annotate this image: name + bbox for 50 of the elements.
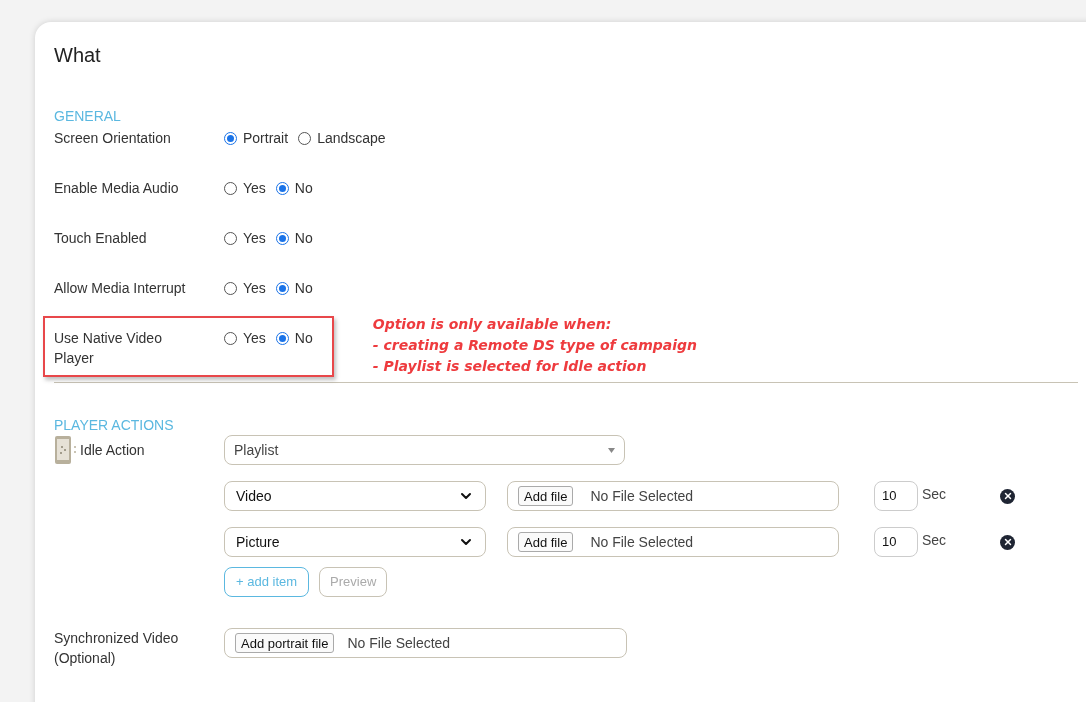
setting-label: Enable Media Audio — [54, 179, 180, 198]
section-title: What — [54, 43, 102, 68]
add-portrait-file-button[interactable]: Add portrait file — [235, 633, 335, 653]
add-file-button[interactable]: Add file — [518, 486, 574, 506]
media-type-select[interactable]: Picture — [224, 527, 486, 557]
idle-action-select[interactable]: Playlist — [224, 435, 625, 465]
unit-label: Sec — [922, 531, 947, 550]
radio-label: Yes — [243, 328, 266, 348]
file-field[interactable]: Add file No File Selected — [507, 527, 839, 557]
phone-icon — [54, 435, 78, 465]
annotation-text: - creating a Remote DS type of campaign — [372, 336, 698, 355]
radio-button[interactable] — [224, 281, 237, 295]
radio-button[interactable] — [275, 331, 289, 345]
radio-button[interactable] — [298, 131, 312, 145]
file-field[interactable]: Add portrait file No File Selected — [224, 628, 627, 658]
media-type-select[interactable]: Video — [224, 481, 486, 511]
seconds-field[interactable]: 10 — [874, 481, 918, 511]
add-file-button[interactable]: Add file — [518, 532, 574, 552]
seconds-field[interactable]: 10 — [874, 527, 918, 557]
radio-label: No — [294, 278, 313, 298]
radio-label: Yes — [243, 228, 266, 248]
radio-label: Portrait — [243, 128, 289, 148]
section-heading: PLAYER ACTIONS — [54, 416, 175, 435]
radio-label: No — [294, 328, 313, 348]
radio-button[interactable] — [275, 231, 289, 245]
radio-button[interactable] — [275, 281, 289, 295]
remove-icon[interactable] — [1000, 534, 1016, 550]
radio-button[interactable] — [224, 131, 237, 145]
radio-label: No — [294, 178, 313, 198]
section-heading: GENERAL — [54, 107, 122, 126]
setting-label: Touch Enabled — [54, 229, 148, 248]
radio-label: Yes — [243, 178, 266, 198]
radio-button[interactable] — [224, 231, 237, 245]
setting-label: Screen Orientation — [54, 129, 172, 148]
field-label: Idle Action — [80, 440, 145, 460]
setting-label: Allow Media Interrupt — [54, 279, 187, 298]
radio-label: Landscape — [317, 128, 386, 148]
remove-icon[interactable] — [1000, 488, 1016, 504]
radio-button[interactable] — [275, 181, 289, 195]
setting-label: Use Native Video Player — [54, 329, 163, 368]
radio-label: No — [294, 228, 313, 248]
unit-label: Sec — [922, 485, 947, 504]
radio-button[interactable] — [224, 181, 237, 195]
annotation-text: - Playlist is selected for Idle action — [372, 357, 648, 376]
dropdown-triangle-icon — [608, 447, 615, 453]
annotation-text: Option is only available when: — [372, 315, 613, 334]
radio-label: Yes — [243, 278, 266, 298]
file-field[interactable]: Add file No File Selected — [507, 481, 839, 511]
field-label: Synchronized Video (Optional) — [54, 629, 180, 668]
radio-button[interactable] — [224, 331, 237, 345]
